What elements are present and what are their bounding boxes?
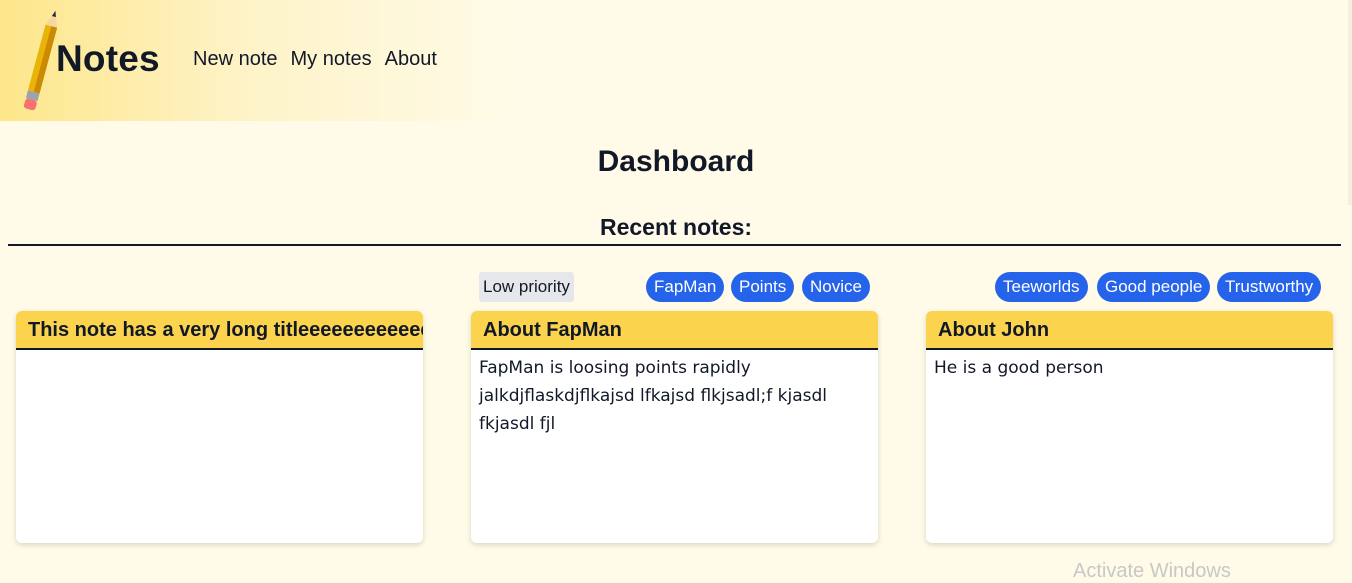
section-title: Recent notes: [599, 214, 753, 240]
note-card[interactable]: About John He is a good person [926, 311, 1333, 543]
tag-fapman[interactable]: FapMan [646, 272, 725, 302]
tag-novice[interactable]: Novice [802, 272, 870, 302]
note-card[interactable]: About FapMan FapMan is loosing points ra… [471, 311, 878, 543]
note-title[interactable]: About FapMan [471, 311, 878, 350]
tag-good-people[interactable]: Good people [1097, 272, 1211, 302]
note-title[interactable]: This note has a very long titleeeeeeeeee… [16, 311, 423, 350]
note-body: FapMan is loosing points rapidly jalkdjf… [479, 358, 827, 434]
app-title[interactable]: Notes [56, 38, 160, 80]
note-body: He is a good person [934, 358, 1104, 378]
divider [8, 244, 1341, 246]
tag-teeworlds[interactable]: Teeworlds [995, 272, 1088, 302]
nav-my-notes[interactable]: My notes [291, 48, 372, 71]
page-title: Dashboard [597, 145, 755, 178]
note-card[interactable]: This note has a very long titleeeeeeeeee… [16, 311, 423, 543]
nav-new-note[interactable]: New note [193, 48, 278, 71]
main-nav: New note My notes About [193, 48, 450, 71]
note-body [16, 350, 423, 358]
scrollbar[interactable] [1348, 0, 1352, 205]
header: Notes New note My notes About [0, 0, 1352, 121]
activation-watermark: Activate Windows [1073, 560, 1231, 582]
tag-trustworthy[interactable]: Trustworthy [1217, 272, 1322, 302]
priority-badge: Low priority [479, 272, 574, 302]
note-title[interactable]: About John [926, 311, 1333, 350]
nav-about[interactable]: About [385, 48, 437, 71]
tag-points[interactable]: Points [731, 272, 795, 302]
